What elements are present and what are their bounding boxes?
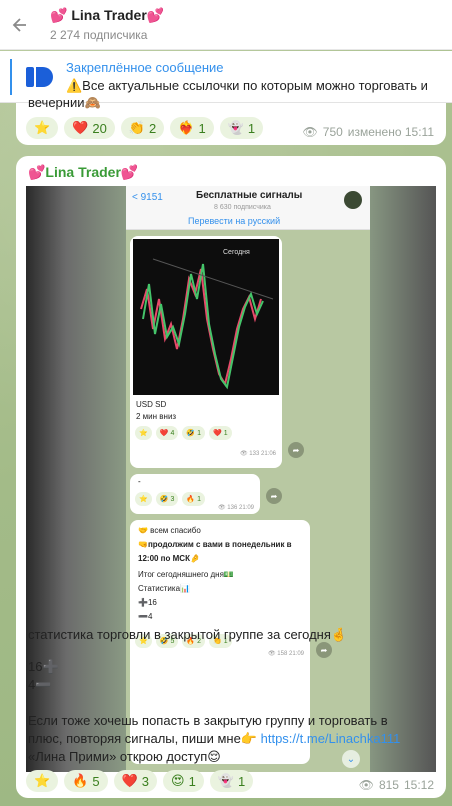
share-icon: ➦	[266, 488, 282, 504]
reaction-heart-eyes[interactable]: 😍 1	[163, 770, 204, 792]
channel-title: 💕 Lina Trader💕	[50, 7, 165, 23]
chat-header: 💕 Lina Trader💕 2 274 подписчика	[0, 0, 452, 50]
post-cta-line: Если тоже хочешь попасть в закрытую груп…	[28, 713, 388, 728]
telegram-link[interactable]: https://t.me/Linachka111	[261, 731, 401, 746]
reaction-ghost[interactable]: 👻 1	[219, 117, 264, 139]
pinned-text: ⚠️Все актуальные ссылочки по которым мож…	[66, 77, 428, 93]
post-cta-line-2: плюс, повторяя сигналы, пиши мне👉 https:…	[28, 730, 438, 747]
post-meta: 👁 815 15:12	[359, 778, 434, 792]
reaction-clap[interactable]: 👏 2	[120, 117, 165, 139]
channel-info[interactable]: 💕 Lina Trader💕 2 274 подписчика	[50, 7, 164, 42]
phone-text-line: 🤜продолжим с вами в понедельник в	[138, 540, 292, 549]
reaction-fire[interactable]: 🔥 5	[64, 770, 108, 792]
channel-post: 💕Lina Trader💕 < 9151 Бесплатные сигналы …	[16, 156, 446, 798]
cta-text: плюс, повторяя сигналы, пиши мне👉	[28, 731, 261, 746]
subscriber-count: 2 274 подписчика	[50, 28, 148, 42]
phone-text-line: ➖4	[138, 612, 153, 621]
phone-chat-header: < 9151 Бесплатные сигналы 8 630 подписчи…	[126, 186, 370, 230]
signal-direction: 2 мин вниз	[136, 412, 177, 421]
mini-reaction: ❤️ 1	[208, 426, 232, 440]
eye-icon: 👁	[358, 778, 374, 792]
view-count: 815	[378, 778, 399, 792]
reaction-ghost[interactable]: 👻 1	[209, 770, 254, 792]
share-icon: ➦	[316, 642, 332, 658]
phone-text-line: 🤝 всем спасибо	[138, 526, 201, 535]
phone-meta: 👁 158 21:09	[268, 651, 304, 657]
phone-message-card: - ⭐ 🤣 3 🔥 1 👁 136 21:09	[130, 474, 260, 514]
phone-text-line: 12:00 по МСК🤌	[138, 554, 200, 563]
phone-meta: 👁 136 21:09	[218, 505, 254, 511]
post-text-line: статистика торговли в закрытой группе за…	[28, 627, 348, 642]
mini-reaction: ⭐	[135, 426, 152, 440]
reaction-heart[interactable]: ❤️ 20	[64, 117, 115, 139]
phone-avatar	[344, 191, 362, 209]
message-meta: 👁 750 изменено 15:11	[303, 125, 434, 139]
back-arrow-icon[interactable]	[0, 0, 40, 50]
signal-pair: USD SD	[136, 400, 167, 409]
edited-time: изменено 15:11	[347, 125, 434, 139]
post-reactions-row: ⭐ 🔥 5 ❤️ 3 😍 1 👻 1	[26, 770, 254, 792]
phone-subtitle: 8 630 подписчика	[214, 204, 271, 211]
pinned-indicator	[10, 58, 12, 95]
share-icon: ➦	[288, 442, 304, 458]
phone-meta: 👁 133 21:06	[240, 451, 276, 457]
phone-reactions: ⭐ 🤣 3 🔥 1	[135, 492, 205, 506]
mini-reaction: 🤣 3	[155, 492, 179, 506]
phone-back: < 9151	[132, 192, 163, 203]
candlestick-chart-image: Сегодня	[133, 239, 279, 395]
phone-text-line: Статистика📊	[138, 584, 190, 593]
phone-text: -	[138, 477, 141, 486]
phone-text-line: Итог сегодняшнего дня💵	[138, 570, 234, 579]
view-count: 750	[322, 125, 343, 139]
reactions-row: ⭐ ❤️ 20 👏 2 ❤️‍🔥 1 👻 1	[26, 117, 264, 139]
mini-reaction: 🔥 1	[182, 492, 205, 506]
post-minus-line: 4➖	[28, 677, 52, 692]
phone-message-card: Сегодня USD SD 2 мин вниз ⭐ ❤️ 4 🤣 1 ❤️ 1 👁…	[130, 236, 282, 468]
phone-reactions: ⭐ ❤️ 4 🤣 1 ❤️ 1	[135, 426, 232, 440]
phone-translate: Перевести на русский	[188, 216, 281, 226]
post-time: 15:12	[403, 778, 434, 792]
mini-reaction: ❤️ 4	[155, 426, 179, 440]
mini-reaction: ⭐	[135, 492, 152, 506]
phone-title: Бесплатные сигналы	[196, 190, 303, 201]
reaction-heart-fire[interactable]: ❤️‍🔥 1	[170, 117, 214, 139]
phone-text-line: ➕16	[138, 598, 157, 607]
mini-reaction: 🤣 1	[182, 426, 205, 440]
reaction-star[interactable]: ⭐	[26, 770, 59, 792]
pinned-thumbnail-logo	[22, 60, 56, 94]
pinned-title: Закреплённое сообщение	[66, 59, 224, 75]
eye-icon: 👁	[302, 125, 318, 139]
reaction-star[interactable]: ⭐	[26, 117, 59, 139]
message-text: вечернии🙈	[28, 95, 101, 110]
message-bubble: вечернии🙈 ⭐ ❤️ 20 👏 2 ❤️‍🔥 1 👻 1 👁 750 измен…	[16, 95, 446, 145]
post-author[interactable]: 💕Lina Trader💕	[28, 164, 138, 181]
reaction-heart[interactable]: ❤️ 3	[113, 770, 158, 792]
post-cta-line-3: «Лина Прими» открою доступ😌	[28, 749, 221, 764]
post-plus-line: 16➕	[28, 659, 59, 674]
